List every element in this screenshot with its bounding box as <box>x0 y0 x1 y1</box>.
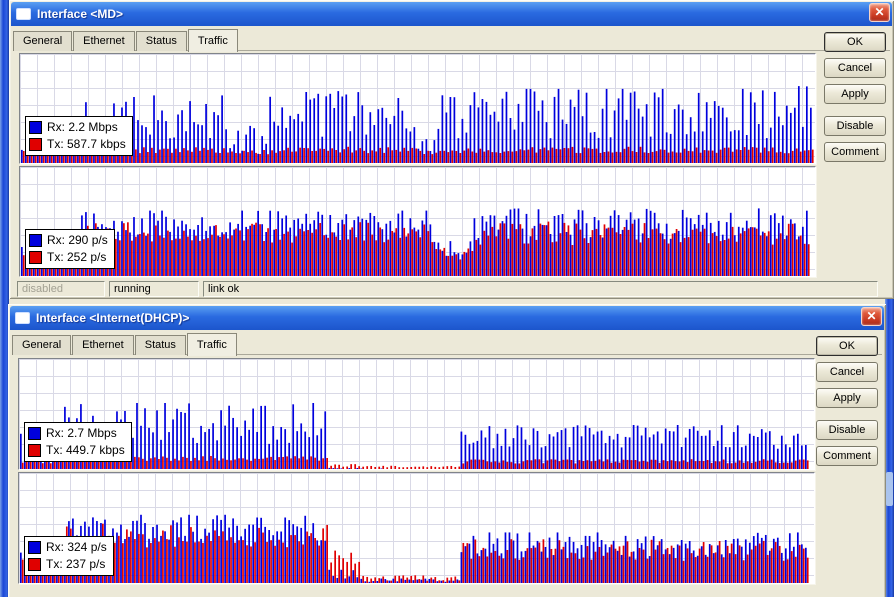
tab-ethernet[interactable]: Ethernet <box>73 31 135 51</box>
graph-legend: Rx: 290 p/s Tx: 252 p/s <box>25 229 115 269</box>
comment-button[interactable]: Comment <box>816 446 878 466</box>
tab-traffic[interactable]: Traffic <box>187 333 237 356</box>
ok-button[interactable]: OK <box>824 32 886 52</box>
tab-status[interactable]: Status <box>136 31 187 51</box>
traffic-bars-packets <box>19 473 814 583</box>
disable-button[interactable]: Disable <box>816 420 878 440</box>
tx-value: Tx: 237 p/s <box>46 556 105 573</box>
title-bar[interactable]: Interface <Internet(DHCP)> <box>10 306 884 330</box>
rx-color-swatch <box>28 541 41 554</box>
interface-internet-dhcp-window: Interface <Internet(DHCP)> ✕ General Eth… <box>8 304 886 597</box>
traffic-graph-packets: Rx: 324 p/s Tx: 237 p/s <box>18 472 815 584</box>
rx-color-swatch <box>28 427 41 440</box>
window-title: Interface <MD> <box>37 7 123 21</box>
window-icon <box>15 312 30 324</box>
tab-status[interactable]: Status <box>135 335 186 355</box>
graph-legend: Rx: 2.7 Mbps Tx: 449.7 kbps <box>24 422 132 462</box>
tx-value: Tx: 587.7 kbps <box>47 136 126 153</box>
apply-button[interactable]: Apply <box>824 84 886 104</box>
graph-legend: Rx: 2.2 Mbps Tx: 587.7 kbps <box>25 116 133 156</box>
rx-value: Rx: 2.7 Mbps <box>46 425 117 442</box>
tab-ethernet[interactable]: Ethernet <box>72 335 134 355</box>
tx-color-swatch <box>29 138 42 151</box>
traffic-graph-bits: Rx: 2.7 Mbps Tx: 449.7 kbps <box>18 358 815 470</box>
tx-value: Tx: 449.7 kbps <box>46 442 125 459</box>
status-field-link: link ok <box>203 281 878 297</box>
status-field-running: running <box>109 281 199 297</box>
tab-general[interactable]: General <box>13 31 72 51</box>
cancel-button[interactable]: Cancel <box>824 58 886 78</box>
graph-legend: Rx: 324 p/s Tx: 237 p/s <box>24 536 114 576</box>
tx-value: Tx: 252 p/s <box>47 249 106 266</box>
tab-strip: General Ethernet Status Traffic <box>12 332 796 355</box>
close-icon[interactable]: ✕ <box>869 3 890 22</box>
window-icon <box>16 8 31 20</box>
tx-color-swatch <box>29 251 42 264</box>
background-scrollbar-thumb <box>886 472 893 506</box>
tx-color-swatch <box>28 444 41 457</box>
traffic-graph-packets: Rx: 290 p/s Tx: 252 p/s <box>19 166 816 277</box>
apply-button[interactable]: Apply <box>816 388 878 408</box>
rx-value: Rx: 324 p/s <box>46 539 107 556</box>
tab-strip: General Ethernet Status Traffic <box>13 28 804 51</box>
tx-color-swatch <box>28 558 41 571</box>
rx-value: Rx: 2.2 Mbps <box>47 119 118 136</box>
status-field-disabled: disabled <box>17 281 105 297</box>
comment-button[interactable]: Comment <box>824 142 886 162</box>
traffic-bars-bits <box>19 359 814 469</box>
ok-button[interactable]: OK <box>816 336 878 356</box>
close-icon[interactable]: ✕ <box>861 307 882 326</box>
cancel-button[interactable]: Cancel <box>816 362 878 382</box>
tab-traffic[interactable]: Traffic <box>188 29 238 52</box>
rx-value: Rx: 290 p/s <box>47 232 108 249</box>
tab-general[interactable]: General <box>12 335 71 355</box>
traffic-bars-packets <box>20 167 815 276</box>
disable-button[interactable]: Disable <box>824 116 886 136</box>
traffic-bars-bits <box>20 54 815 163</box>
window-title: Interface <Internet(DHCP)> <box>36 311 189 325</box>
interface-md-window: Interface <MD> ✕ General Ethernet Status… <box>9 0 894 299</box>
rx-color-swatch <box>29 234 42 247</box>
title-bar[interactable]: Interface <MD> <box>11 2 892 26</box>
rx-color-swatch <box>29 121 42 134</box>
traffic-graph-bits: Rx: 2.2 Mbps Tx: 587.7 kbps <box>19 53 816 164</box>
